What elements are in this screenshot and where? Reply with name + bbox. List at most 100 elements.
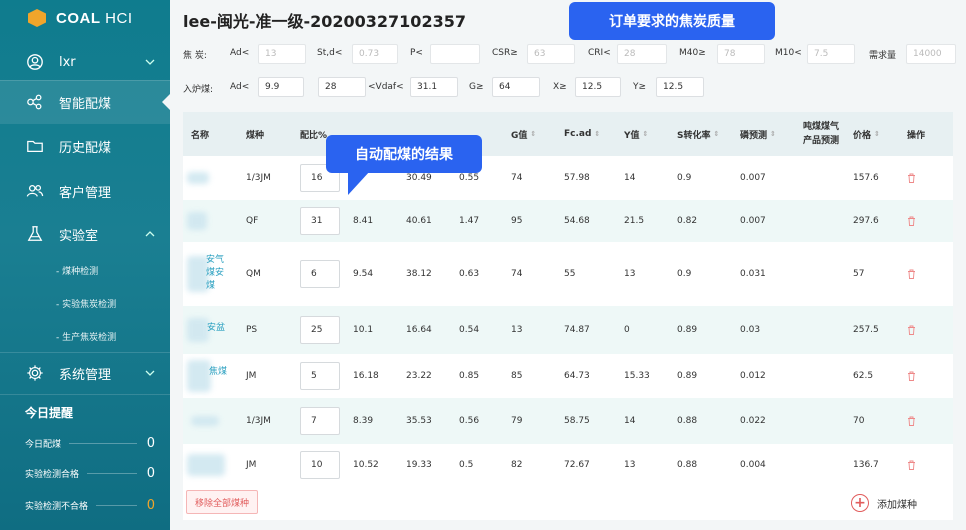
- blend-table: 名称 煤种 配比% G值 ⇕ Fc.ad ⇕ Y值 ⇕ S转化率 ⇕ 磷预测 ⇕ 吨煤煤气…: [183, 112, 953, 520]
- table-row: JM 10 10.52 19.33 0.5 82 72.67 13 0.88 0…: [183, 444, 953, 486]
- demand-input[interactable]: 14000: [906, 44, 956, 64]
- user-avatar-icon: [25, 52, 45, 72]
- coal-name-fragment: 焦煤: [209, 367, 228, 377]
- col-phosphorus[interactable]: 磷预测 ⇕: [740, 112, 776, 156]
- furnace-y-input[interactable]: 12.5: [656, 77, 704, 97]
- sidebar-subitem-production-coke-test[interactable]: - 生产焦炭检测: [56, 330, 116, 343]
- chevron-up-icon: [145, 231, 155, 237]
- field-label: Ad<: [230, 48, 250, 58]
- coke-cri-input[interactable]: 28: [617, 44, 667, 64]
- plus-circle-icon: +: [851, 494, 869, 512]
- brand-logo[interactable]: COAL HCI: [28, 8, 133, 28]
- blurred-name: [191, 416, 219, 426]
- page-title: lee-闽光-准一级-20200327102357: [183, 12, 466, 31]
- trash-icon[interactable]: [907, 371, 916, 381]
- ratio-input[interactable]: 25: [300, 316, 340, 344]
- coke-csr-input[interactable]: 63: [527, 44, 575, 64]
- ratio-input[interactable]: 6: [300, 260, 340, 288]
- table-row: QF 31 8.41 40.61 1.47 95 54.68 21.5 0.82…: [183, 200, 953, 242]
- reminder-lab-pass[interactable]: 实验检测合格 0: [25, 466, 155, 481]
- furnace-coal-label: 入炉煤:: [183, 85, 214, 95]
- sort-icon: ⇕: [530, 129, 537, 138]
- field-label: M40≥: [679, 48, 706, 58]
- blurred-name: [187, 360, 211, 392]
- sort-icon: ⇕: [713, 129, 720, 138]
- add-coal-button[interactable]: + 添加煤种: [851, 494, 917, 512]
- divider: [0, 394, 170, 395]
- trash-icon[interactable]: [907, 460, 916, 470]
- table-row: 安气 煤安 煤 QM 6 9.54 38.12 0.63 74 55 13 0.…: [183, 242, 953, 306]
- sidebar-item-label: 客户管理: [59, 185, 112, 201]
- col-ratio: 配比%: [300, 130, 328, 141]
- field-label: Ad<: [230, 82, 250, 92]
- trash-icon[interactable]: [907, 173, 916, 183]
- callout-order-quality: 订单要求的焦炭质量: [569, 2, 775, 40]
- ratio-input[interactable]: 5: [300, 362, 340, 390]
- user-name: lxr: [59, 54, 76, 70]
- coke-ad-input[interactable]: 13: [258, 44, 306, 64]
- trash-icon[interactable]: [907, 269, 916, 279]
- sidebar-subitem-experiment-coke-test[interactable]: - 实验焦炭检测: [56, 297, 116, 310]
- col-price[interactable]: 价格 ⇕: [853, 112, 880, 156]
- furnace-x-input[interactable]: 12.5: [575, 77, 621, 97]
- field-label: M10<: [775, 48, 802, 58]
- col-y[interactable]: Y值 ⇕: [624, 112, 648, 156]
- ratio-input[interactable]: 31: [300, 207, 340, 235]
- user-menu[interactable]: lxr: [0, 40, 170, 84]
- blurred-name: [187, 212, 207, 230]
- furnace-vdaf-max-input[interactable]: 31.1: [410, 77, 458, 97]
- sort-icon: ⇕: [770, 129, 776, 138]
- sidebar-subitem-coal-test[interactable]: - 煤种检测: [56, 264, 98, 277]
- sidebar-item-lab[interactable]: 实验室: [0, 212, 170, 256]
- furnace-vdaf-min-input[interactable]: 28: [318, 77, 366, 97]
- furnace-g-input[interactable]: 64: [492, 77, 540, 97]
- coke-std-input[interactable]: 0.73: [352, 44, 398, 64]
- col-g[interactable]: G值 ⇕: [511, 112, 536, 156]
- sidebar: COAL HCI lxr 智能配煤 历史配煤 客户管理 实验室 - 煤种检测 -…: [0, 0, 170, 530]
- molecule-icon: [25, 92, 45, 112]
- sidebar-item-label: 智能配煤: [59, 96, 112, 112]
- col-fcad[interactable]: Fc.ad ⇕: [564, 112, 600, 156]
- sidebar-item-customers[interactable]: 客户管理: [0, 169, 170, 213]
- col-coal-type: 煤种: [246, 130, 265, 141]
- field-label: 需求量: [869, 51, 897, 61]
- ratio-input[interactable]: 10: [300, 451, 340, 479]
- field-label: Y≥: [633, 82, 647, 92]
- col-name: 名称: [191, 130, 210, 141]
- sidebar-item-smart-blending[interactable]: 智能配煤: [0, 80, 170, 124]
- field-label: CRI<: [588, 48, 611, 58]
- sort-icon: ⇕: [642, 129, 649, 138]
- trash-icon[interactable]: [907, 216, 916, 226]
- coal-name-fragment: 安盆: [207, 323, 226, 333]
- sort-icon: ⇕: [594, 129, 601, 138]
- trash-icon[interactable]: [907, 416, 916, 426]
- blurred-name: [187, 454, 225, 476]
- sidebar-item-label: 系统管理: [59, 367, 112, 383]
- sidebar-item-history-blending[interactable]: 历史配煤: [0, 124, 170, 168]
- coke-m40-input[interactable]: 78: [717, 44, 765, 64]
- field-label: <Vdaf<: [368, 82, 404, 92]
- ratio-input[interactable]: 7: [300, 407, 340, 435]
- table-row: 1/3JM 16 30.49 0.55 74 57.98 14 0.9 0.00…: [183, 156, 953, 200]
- furnace-ad-input[interactable]: 9.9: [258, 77, 304, 97]
- sidebar-item-system[interactable]: 系统管理: [0, 351, 170, 395]
- field-label: P<: [410, 48, 423, 58]
- gear-icon: [25, 363, 45, 383]
- chevron-down-icon: [145, 59, 155, 65]
- col-s-conversion[interactable]: S转化率 ⇕: [677, 112, 719, 156]
- callout-auto-blend-result: 自动配煤的结果: [326, 135, 482, 195]
- table-header: 名称 煤种 配比% G值 ⇕ Fc.ad ⇕ Y值 ⇕ S转化率 ⇕ 磷预测 ⇕ 吨煤煤气…: [183, 112, 953, 156]
- reminder-today-blending[interactable]: 今日配煤 0: [25, 436, 155, 451]
- field-label: CSR≥: [492, 48, 518, 58]
- trash-icon[interactable]: [907, 325, 916, 335]
- field-label: X≥: [553, 82, 567, 92]
- coke-m10-input[interactable]: 7.5: [807, 44, 855, 64]
- remove-all-button[interactable]: 移除全部煤种: [186, 490, 258, 514]
- table-row: 焦煤 JM 5 16.18 23.22 0.85 85 64.73 15.33 …: [183, 354, 953, 398]
- coke-p-input[interactable]: [430, 44, 480, 64]
- field-label: G≥: [469, 82, 484, 92]
- users-icon: [25, 181, 45, 201]
- blurred-name: [187, 318, 209, 342]
- reminder-lab-fail[interactable]: 实验检测不合格 0: [25, 498, 155, 513]
- sort-icon: ⇕: [874, 129, 880, 138]
